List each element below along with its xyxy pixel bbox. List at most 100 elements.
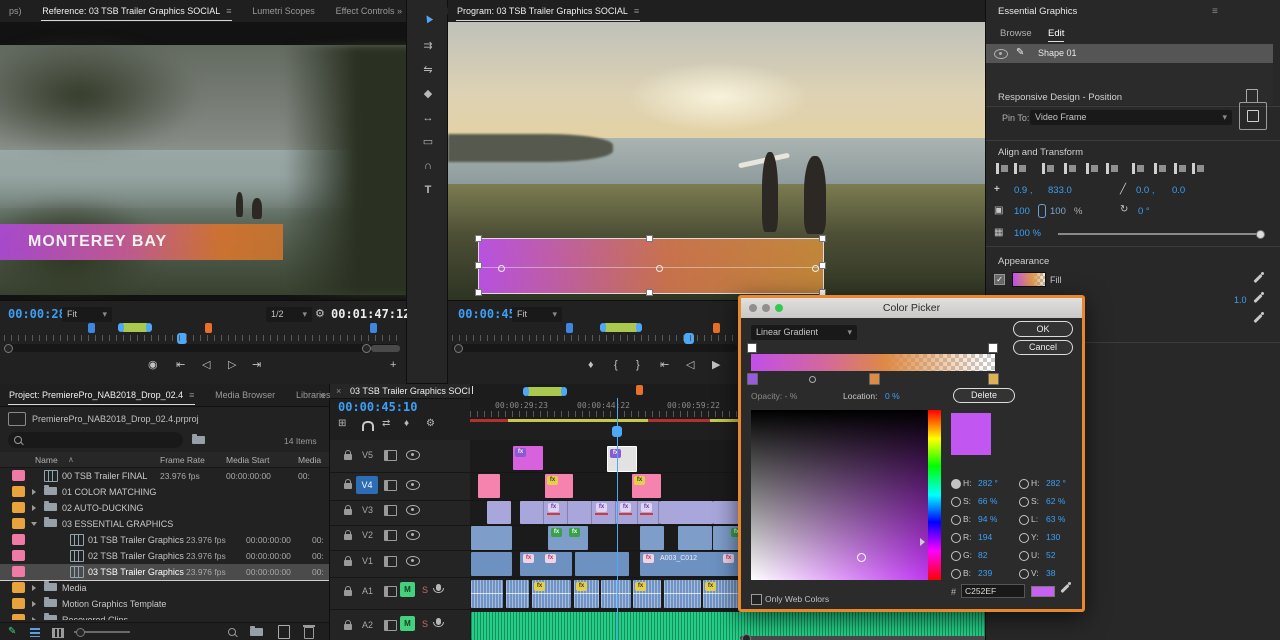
type-tool[interactable]: T (420, 182, 436, 198)
scrollbar-right-knob[interactable] (362, 344, 371, 353)
scrollbar-handle[interactable] (371, 345, 400, 352)
fill-eyedropper-icon[interactable] (1252, 271, 1265, 284)
timeline-settings-icon[interactable]: ⚙ (426, 418, 435, 429)
shape-handle-n[interactable] (646, 235, 653, 242)
solo-button[interactable]: S (422, 585, 428, 595)
column-media[interactable]: Media (298, 455, 321, 465)
zoom-slider-handle[interactable] (76, 628, 85, 637)
tab-reference[interactable]: Reference: 03 TSB Trailer Graphics SOCIA… (33, 0, 240, 22)
radio-h2[interactable] (1019, 479, 1029, 489)
ripple-edit-tool[interactable]: ⇋ (420, 62, 436, 78)
ok-button[interactable]: OK (1013, 321, 1073, 337)
source-patch-icon[interactable] (384, 480, 397, 491)
icon-view-icon[interactable] (52, 628, 64, 638)
search-input[interactable] (26, 433, 180, 447)
audio-clip[interactable]: fx (574, 580, 599, 608)
writable-pen-icon[interactable]: ✎ (8, 626, 16, 637)
voiceover-mic-icon[interactable] (436, 584, 441, 591)
audio-clip[interactable] (601, 580, 631, 608)
razor-tool[interactable]: ◆ (420, 86, 436, 102)
shape-handle-e[interactable] (819, 262, 826, 269)
audio-clip[interactable] (664, 580, 701, 608)
rectangle-tool[interactable]: ▭ (420, 134, 436, 150)
shape-handle-ne[interactable] (819, 235, 826, 242)
track-visibility-eye-icon[interactable] (406, 505, 420, 515)
timeline-clip-selected[interactable]: fx (607, 446, 637, 472)
distribute-v-icon[interactable] (1192, 163, 1205, 174)
location-value[interactable]: 0 % (885, 391, 900, 401)
search-box[interactable] (8, 432, 183, 448)
panel-menu-icon[interactable]: ≡ (1212, 6, 1218, 17)
link-scale-icon[interactable] (1038, 204, 1046, 218)
timeline-clip[interactable]: fxfx (520, 552, 572, 576)
timeline-clip[interactable]: fx (632, 474, 661, 498)
track-target-v4[interactable]: V4 (356, 476, 378, 494)
timeline-clip[interactable]: fx (545, 474, 573, 498)
radio-r[interactable] (951, 533, 961, 543)
new-item-icon[interactable] (278, 625, 290, 639)
anchor-x-value[interactable]: 0.0 , (1136, 185, 1155, 196)
align-right-icon[interactable] (1086, 163, 1099, 174)
settings-wrench-icon[interactable]: ⚙ (315, 307, 325, 321)
radio-b2[interactable] (951, 569, 961, 579)
track-visibility-eye-icon[interactable] (406, 530, 420, 540)
scrollbar-knob[interactable] (742, 634, 751, 640)
audio-clip[interactable] (471, 580, 503, 608)
shape-handle-nw[interactable] (475, 235, 482, 242)
project-row[interactable]: 01 TSB Trailer Graphics23.976 fps00:00:0… (0, 532, 329, 548)
track-select-forward-tool[interactable]: ⇉ (420, 38, 436, 54)
go-to-in-button[interactable]: ⇤ (176, 358, 185, 372)
radio-y[interactable] (1019, 533, 1029, 543)
track-visibility-eye-icon[interactable] (406, 480, 420, 490)
play-button[interactable]: ▶ (712, 358, 720, 372)
marker-orange[interactable] (205, 323, 212, 333)
stroke-eyedropper-icon[interactable] (1252, 291, 1265, 304)
radio-b[interactable] (951, 515, 961, 525)
align-center-v-icon[interactable] (1154, 163, 1167, 174)
gradient-start-handle[interactable] (498, 265, 505, 272)
source-patch-icon[interactable] (384, 450, 397, 461)
project-row-selected[interactable]: 03 TSB Trailer Graphics23.976 fps00:00:0… (0, 564, 329, 581)
scale-value[interactable]: 100 (1014, 206, 1030, 217)
position-y-value[interactable]: 833.0 (1048, 185, 1072, 196)
track-label-v5[interactable]: V5 (362, 450, 373, 460)
breadcrumb[interactable]: PremierePro_NAB2018_Drop_02.4.prproj (32, 414, 199, 424)
shape-handle-w[interactable] (475, 262, 482, 269)
audio-clip[interactable]: fx (532, 580, 571, 608)
radio-l[interactable] (1019, 515, 1029, 525)
stroke-width-value[interactable]: 1.0 (1234, 295, 1247, 305)
timeline-clip[interactable] (471, 552, 512, 576)
column-media-start[interactable]: Media Start (226, 455, 269, 465)
track-label-v3[interactable]: V3 (362, 505, 373, 515)
opacity-value[interactable]: 100 % (1014, 228, 1041, 239)
project-row[interactable]: 02 AUTO-DUCKING (0, 500, 329, 516)
work-area-bar[interactable] (525, 387, 565, 396)
track-label-v1[interactable]: V1 (362, 556, 373, 566)
fill-checkbox[interactable]: ✓ (994, 274, 1005, 285)
hand-tool[interactable]: ∩ (420, 158, 436, 174)
timeline-tab-label[interactable]: 03 TSB Trailer Graphics SOCIAL (350, 386, 481, 396)
marker-orange[interactable] (713, 323, 720, 333)
tab-effect-controls[interactable]: Effect Controls (327, 0, 404, 22)
project-row[interactable]: Media (0, 580, 329, 596)
step-back-button[interactable]: ◁ (202, 358, 210, 372)
lock-icon[interactable] (344, 590, 352, 596)
tab-partial[interactable]: ps) (0, 0, 31, 22)
export-frame-icon[interactable]: ◉ (148, 358, 158, 372)
add-marker-button[interactable]: ♦ (588, 358, 594, 372)
voiceover-mic-icon[interactable] (436, 618, 441, 625)
tab-overflow-icon[interactable]: » (397, 6, 402, 16)
tab-project[interactable]: Project: PremierePro_NAB2018_Drop_02.4≡ (0, 384, 203, 406)
timeline-h-scrollbar[interactable] (740, 636, 985, 640)
eyedropper-icon[interactable] (1059, 581, 1072, 594)
new-layer-icon[interactable] (1246, 89, 1258, 103)
gradient-type-select[interactable]: Linear Gradient▾ (751, 325, 857, 340)
opacity-slider-handle[interactable] (1256, 230, 1265, 239)
linked-selection-icon[interactable]: ⇄ (382, 418, 390, 429)
only-web-colors-checkbox[interactable] (751, 594, 762, 605)
opacity-slider[interactable] (1058, 233, 1262, 235)
gradient-bar[interactable] (751, 354, 995, 371)
timeline-clip[interactable] (487, 501, 511, 524)
lock-icon[interactable] (344, 624, 352, 630)
mute-button[interactable]: M (400, 616, 415, 631)
